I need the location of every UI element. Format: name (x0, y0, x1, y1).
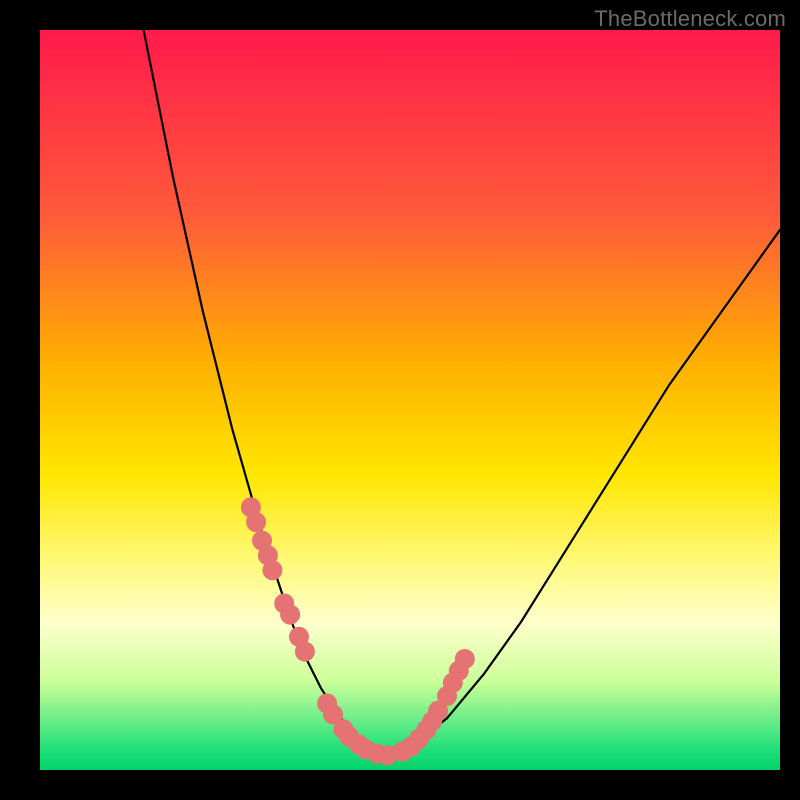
highlighted-dots-group (241, 497, 475, 765)
highlighted-dot (295, 642, 315, 662)
curve-group (144, 30, 780, 755)
highlighted-dot (246, 512, 266, 532)
bottleneck-curve-svg (40, 30, 780, 770)
plot-area (40, 30, 780, 770)
highlighted-dot (280, 605, 300, 625)
highlighted-dot (455, 649, 475, 669)
highlighted-dot (262, 560, 282, 580)
bottleneck-curve (144, 30, 780, 755)
watermark-text: TheBottleneck.com (594, 6, 786, 32)
chart-frame: TheBottleneck.com (0, 0, 800, 800)
